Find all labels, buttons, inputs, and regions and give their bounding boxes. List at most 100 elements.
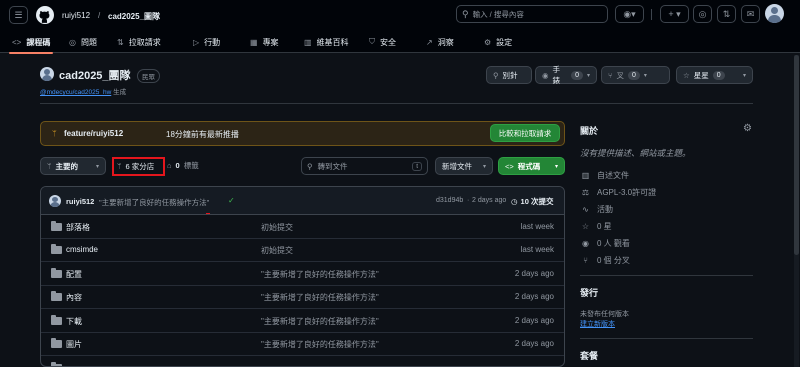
file-time: last week [520, 245, 554, 254]
scrollbar-thumb[interactable] [794, 55, 799, 255]
tab-actions[interactable]: ▷ 行動 [193, 31, 220, 53]
forked-from: @mdecycu/cad2025_hw 生成 [40, 89, 127, 96]
file-commit-message[interactable]: 初始提交 [261, 222, 293, 233]
releases-title[interactable]: 發行 [580, 286, 598, 299]
file-name[interactable]: cmsimde [66, 245, 98, 254]
folder-icon [51, 291, 62, 301]
divider [580, 275, 753, 276]
folder-icon [51, 244, 62, 254]
issues-button[interactable]: ◎ [693, 5, 712, 23]
stars-link[interactable]: ☆ 0 星 [580, 221, 612, 232]
tab-settings[interactable]: ⚙ 設定 [484, 31, 512, 53]
notifications-button[interactable]: ✉ [741, 5, 760, 23]
github-logo-icon[interactable] [36, 6, 54, 24]
file-commit-message[interactable]: "主要新增了良好的任務操作方法" [261, 292, 379, 303]
branch-icon: ᛘ [47, 161, 52, 171]
pin-button[interactable]: ⚲ 別針 [486, 66, 532, 84]
branches-link[interactable]: ᛘ 6 家分店 [112, 157, 165, 176]
tags-link[interactable]: ⌂ 0 標籤 [167, 160, 199, 171]
file-name[interactable]: 部落格 [66, 222, 90, 233]
forks-link[interactable]: ⑂ 0 個 分叉 [580, 255, 630, 266]
create-new-button[interactable]: + ▾ [660, 5, 689, 23]
create-release-link[interactable]: 建立新版本 [580, 319, 615, 329]
repo-name-link[interactable]: cad2025_圖隊 [108, 11, 160, 22]
chevron-down-icon: ▾ [95, 163, 99, 170]
file-time: 2 days ago [514, 292, 554, 301]
commit-time: 2 days ago [472, 197, 507, 204]
commits-link[interactable]: ◷ 10 次提交 [511, 196, 553, 207]
file-row[interactable]: 配置 "主要新增了良好的任務操作方法" 2 days ago [41, 263, 564, 286]
tab-security[interactable]: ⛉ 安全 [369, 31, 396, 53]
history-icon: ◷ [511, 197, 518, 206]
file-commit-message[interactable]: 初始提交 [261, 245, 293, 256]
tab-insights[interactable]: ↗ 洞察 [426, 31, 454, 53]
divider [40, 103, 753, 104]
page-scrollbar[interactable] [794, 55, 799, 367]
banner-text: 18分鐘前有最新推播 [166, 130, 239, 139]
file-row[interactable]: 下載 "主要新增了良好的任務操作方法" 2 days ago [41, 310, 564, 333]
copilot-button[interactable]: ◉▾ [615, 5, 644, 23]
about-description: 沒有提供描述、網站或主題。 [580, 148, 691, 158]
file-time: 2 days ago [514, 339, 554, 348]
file-commit-message[interactable]: "主要新增了良好的任務操作方法" [261, 339, 379, 350]
file-time: 2 days ago [514, 316, 554, 325]
watch-button[interactable]: ◉ 手錶 0 ▾ [535, 65, 597, 85]
chevron-down-icon: ▾ [643, 72, 647, 79]
forked-from-link[interactable]: @mdecycu/cad2025_hw [40, 89, 111, 96]
star-button[interactable]: ☆ 星星 0 ▾ [676, 66, 753, 84]
file-name[interactable]: 下載 [66, 316, 82, 327]
file-row[interactable]: 內容 "主要新增了良好的任務操作方法" 2 days ago [41, 286, 564, 309]
folder-icon [51, 268, 62, 278]
releases-empty: 未發布任何版本 [580, 311, 629, 318]
search-input[interactable]: ⚲ 輸入 / 搜尋內容 [456, 5, 608, 23]
eye-icon: ◉ [542, 70, 549, 80]
about-settings-icon[interactable]: ⚙ [743, 123, 752, 134]
folder-icon [51, 221, 62, 231]
file-row[interactable]: cmsimde 初始提交 last week [41, 239, 564, 262]
license-link[interactable]: ⚖ AGPL-3.0許可證 [580, 187, 656, 198]
chevron-down-icon: ▾ [554, 163, 558, 170]
tab-projects[interactable]: ▦ 專案 [250, 31, 279, 53]
tab-pull-requests[interactable]: ⇅ 拉取請求 [117, 31, 161, 53]
watchers-link[interactable]: ◉ 0 人 觀看 [580, 238, 630, 249]
repo-owner-link[interactable]: ruiyi512 [62, 11, 90, 20]
repo-title[interactable]: cad2025_團隊 [59, 67, 131, 83]
readme-link[interactable]: ▥ 自述文件 [580, 170, 629, 181]
file-name[interactable]: 配置 [66, 269, 82, 280]
tab-code[interactable]: <> 課程碼 [8, 31, 54, 54]
branch-select-button[interactable]: ᛘ 主要的 ▾ [40, 157, 106, 175]
file-name[interactable]: 圖片 [66, 339, 82, 350]
file-row[interactable]: 部落格 初始提交 last week [41, 216, 564, 239]
commit-author[interactable]: ruiyi512 [66, 197, 94, 206]
graph-icon: ↗ [426, 37, 433, 47]
commit-message[interactable]: "主要新增了良好的任務操作方法" [99, 197, 209, 208]
packages-title[interactable]: 套餐 [580, 349, 598, 362]
chevron-down-icon: ▾ [742, 72, 746, 79]
tab-wiki[interactable]: ▥ 維基百科 [304, 31, 349, 53]
tab-issues[interactable]: ◎ 問題 [69, 31, 97, 53]
avatar[interactable] [765, 4, 784, 23]
file-commit-message[interactable]: "主要新增了良好的任務操作方法" [261, 316, 379, 327]
commit-hash[interactable]: d31d94b [436, 197, 463, 204]
goto-file-input[interactable]: ⚲ 轉到文件 t [301, 157, 428, 175]
fork-button[interactable]: ⑂ 叉 0 ▾ [601, 66, 670, 84]
banner-branch[interactable]: feature/ruiyi512 [64, 129, 123, 138]
menu-button[interactable]: ☰ [9, 6, 28, 24]
file-name[interactable]: 內容 [66, 292, 82, 303]
star-icon: ☆ [683, 70, 690, 80]
pull-request-icon: ⇅ [117, 37, 124, 47]
file-row[interactable] [41, 357, 564, 366]
pull-requests-button[interactable]: ⇅ [717, 5, 736, 23]
add-file-button[interactable]: 新增文件 ▾ [435, 157, 493, 175]
search-icon: ⚲ [462, 8, 469, 19]
hamburger-icon: ☰ [14, 9, 23, 20]
branch-icon: ᛘ [117, 162, 122, 171]
file-commit-message[interactable]: "主要新增了良好的任務操作方法" [261, 269, 379, 280]
compare-pull-request-button[interactable]: 比較和拉取請求 [490, 124, 560, 142]
file-row[interactable]: 圖片 "主要新增了良好的任務操作方法" 2 days ago [41, 333, 564, 356]
fork-icon: ⑂ [608, 70, 613, 80]
file-list: ruiyi512 "主要新增了良好的任務操作方法" ✓ d31d94b · 2 … [40, 186, 565, 367]
activity-link[interactable]: ∿ 活動 [580, 204, 613, 215]
branch-icon: ᛘ [52, 129, 57, 138]
code-button[interactable]: <> 程式碼 ▾ [498, 157, 565, 175]
